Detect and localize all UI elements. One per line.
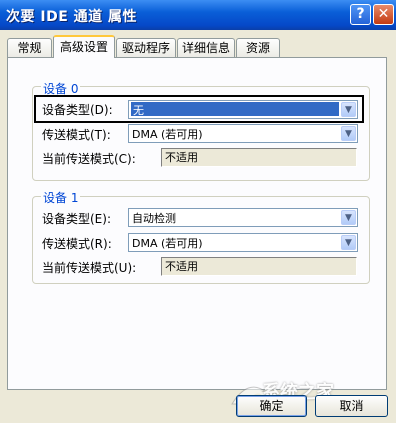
tab-driver[interactable]: 驱动程序 (116, 38, 176, 57)
device1-type-value: 自动检测 (132, 212, 176, 225)
device1-current-value: 不适用 (161, 257, 357, 276)
device1-transfer-value: DMA (若可用) (132, 237, 203, 250)
device0-current-value: 不适用 (161, 148, 357, 167)
cancel-button[interactable]: 取消 (315, 395, 388, 417)
device0-current-label: 当前传送模式(C): (42, 152, 136, 166)
title-bar[interactable]: 次要 IDE 通道 属性 ? ✕ (0, 0, 396, 30)
ok-button[interactable]: 确定 (236, 395, 307, 417)
device0-transfer-value: DMA (若可用) (132, 128, 203, 141)
tab-advanced[interactable]: 高级设置 (53, 35, 115, 58)
device1-current-label: 当前传送模式(U): (42, 261, 137, 275)
device1-title: 设备 1 (41, 189, 81, 206)
device1-type-label: 设备类型(E): (42, 212, 111, 226)
tab-resources[interactable]: 资源 (236, 38, 280, 57)
chevron-down-icon[interactable]: ▼ (341, 235, 356, 250)
device1-transfer-label: 传送模式(R): (42, 237, 112, 251)
help-button[interactable]: ? (350, 4, 371, 25)
chevron-down-icon[interactable]: ▼ (341, 126, 356, 141)
window-title: 次要 IDE 通道 属性 (6, 9, 138, 25)
device1-type-select[interactable]: 自动检测 ▼ (128, 208, 358, 227)
tab-details[interactable]: 详细信息 (177, 38, 235, 57)
device0-transfer-select[interactable]: DMA (若可用) ▼ (128, 124, 358, 143)
chevron-down-icon[interactable]: ▼ (341, 210, 356, 225)
device1-transfer-select[interactable]: DMA (若可用) ▼ (128, 233, 358, 252)
close-button[interactable]: ✕ (373, 4, 394, 25)
device0-transfer-label: 传送模式(T): (42, 128, 111, 142)
annotation-highlight (34, 95, 364, 123)
tab-general[interactable]: 常规 (7, 38, 52, 57)
